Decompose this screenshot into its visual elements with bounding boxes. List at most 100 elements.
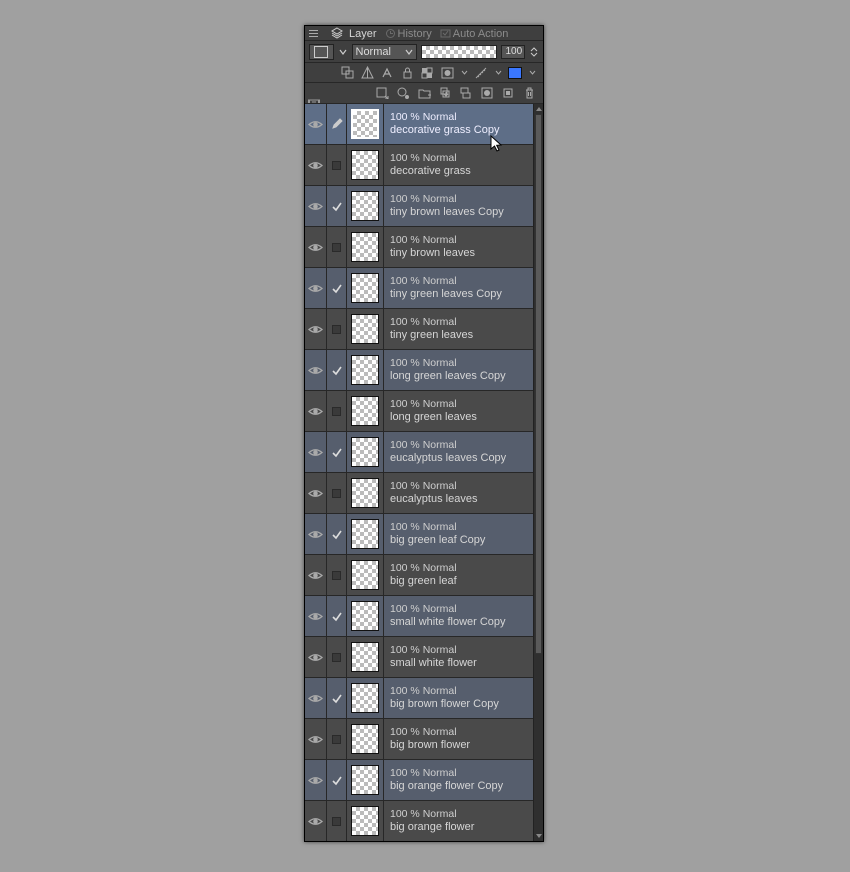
trash-icon[interactable]: [521, 85, 537, 101]
layer-row[interactable]: 100 % Normallong green leaves: [305, 391, 543, 432]
visibility-toggle[interactable]: [305, 145, 327, 185]
layer-row[interactable]: 100 % Normaltiny brown leaves Copy: [305, 186, 543, 227]
layer-check[interactable]: [327, 432, 347, 472]
visibility-toggle[interactable]: [305, 678, 327, 718]
layer-thumbnail[interactable]: [347, 719, 384, 759]
visibility-toggle[interactable]: [305, 514, 327, 554]
layer-row[interactable]: 100 % Normalbig brown flower: [305, 719, 543, 760]
layer-check[interactable]: [327, 719, 347, 759]
new-folder-icon[interactable]: [416, 85, 432, 101]
layer-color-dropdown-icon[interactable]: [527, 65, 537, 81]
layer-info[interactable]: 100 % Normaltiny green leaves: [384, 309, 543, 349]
lock-transparent-icon[interactable]: [419, 65, 435, 81]
visibility-toggle[interactable]: [305, 801, 327, 841]
ruler-dropdown-icon[interactable]: [493, 65, 503, 81]
layer-thumbnail[interactable]: [347, 104, 384, 144]
create-mask-icon[interactable]: [479, 85, 495, 101]
layer-row[interactable]: 100 % Normalbig orange flower Copy: [305, 760, 543, 801]
palette-shape-button[interactable]: [309, 44, 334, 60]
layer-row[interactable]: 100 % Normalbig brown flower Copy: [305, 678, 543, 719]
layer-info[interactable]: 100 % Normaleucalyptus leaves Copy: [384, 432, 543, 472]
visibility-toggle[interactable]: [305, 391, 327, 431]
layer-info[interactable]: 100 % Normalbig green leaf: [384, 555, 543, 595]
layer-row[interactable]: 100 % Normaldecorative grass Copy: [305, 104, 543, 145]
layer-info[interactable]: 100 % Normaltiny brown leaves Copy: [384, 186, 543, 226]
opacity-stepper-icon[interactable]: [529, 44, 539, 60]
layer-check[interactable]: [327, 514, 347, 554]
visibility-toggle[interactable]: [305, 719, 327, 759]
layer-info[interactable]: 100 % Normalsmall white flower: [384, 637, 543, 677]
reference-icon[interactable]: [359, 65, 375, 81]
transfer-down-icon[interactable]: [437, 85, 453, 101]
layer-check[interactable]: [327, 186, 347, 226]
layer-info[interactable]: 100 % Normalsmall white flower Copy: [384, 596, 543, 636]
layer-thumbnail[interactable]: [347, 473, 384, 513]
layer-row[interactable]: 100 % Normaltiny green leaves Copy: [305, 268, 543, 309]
layer-check[interactable]: [327, 104, 347, 144]
scrollbar-thumb[interactable]: [535, 114, 542, 654]
layer-thumbnail[interactable]: [347, 760, 384, 800]
layer-thumbnail[interactable]: [347, 637, 384, 677]
palette-shape-dropdown-icon[interactable]: [338, 44, 348, 60]
layer-row[interactable]: 100 % Normaleucalyptus leaves Copy: [305, 432, 543, 473]
tab-history[interactable]: History: [383, 27, 438, 40]
layer-info[interactable]: 100 % Normalbig green leaf Copy: [384, 514, 543, 554]
visibility-toggle[interactable]: [305, 637, 327, 677]
layer-check[interactable]: [327, 391, 347, 431]
visibility-toggle[interactable]: [305, 432, 327, 472]
layer-row[interactable]: 100 % Normaleucalyptus leaves: [305, 473, 543, 514]
layer-thumbnail[interactable]: [347, 227, 384, 267]
layer-check[interactable]: [327, 309, 347, 349]
layer-thumbnail[interactable]: [347, 186, 384, 226]
layer-info[interactable]: 100 % Normalbig brown flower Copy: [384, 678, 543, 718]
layer-info[interactable]: 100 % Normallong green leaves Copy: [384, 350, 543, 390]
clip-icon[interactable]: [339, 65, 355, 81]
visibility-toggle[interactable]: [305, 350, 327, 390]
visibility-toggle[interactable]: [305, 186, 327, 226]
layer-row[interactable]: 100 % Normaltiny brown leaves: [305, 227, 543, 268]
layer-check[interactable]: [327, 678, 347, 718]
blend-mode-select[interactable]: Normal: [352, 44, 417, 60]
merge-down-icon[interactable]: [458, 85, 474, 101]
layer-row[interactable]: 100 % Normalbig green leaf: [305, 555, 543, 596]
layer-check[interactable]: [327, 637, 347, 677]
layer-info[interactable]: 100 % Normaleucalyptus leaves: [384, 473, 543, 513]
layer-row[interactable]: 100 % Normaltiny green leaves: [305, 309, 543, 350]
layer-thumbnail[interactable]: [347, 391, 384, 431]
layer-thumbnail[interactable]: [347, 514, 384, 554]
layer-info[interactable]: 100 % Normaltiny green leaves Copy: [384, 268, 543, 308]
visibility-toggle[interactable]: [305, 309, 327, 349]
layer-check[interactable]: [327, 227, 347, 267]
layer-row[interactable]: 100 % Normalsmall white flower Copy: [305, 596, 543, 637]
visibility-toggle[interactable]: [305, 104, 327, 144]
opacity-value[interactable]: 100: [501, 45, 525, 59]
layer-color-swatch[interactable]: [507, 65, 523, 81]
visibility-toggle[interactable]: [305, 227, 327, 267]
apply-mask-icon[interactable]: [500, 85, 516, 101]
mask-dropdown-icon[interactable]: [459, 65, 469, 81]
layer-info[interactable]: 100 % Normaldecorative grass Copy: [384, 104, 543, 144]
layer-check[interactable]: [327, 145, 347, 185]
new-vector-layer-icon[interactable]: [395, 85, 411, 101]
layer-thumbnail[interactable]: [347, 596, 384, 636]
layer-check[interactable]: [327, 596, 347, 636]
layer-row[interactable]: 100 % Normallong green leaves Copy: [305, 350, 543, 391]
visibility-toggle[interactable]: [305, 596, 327, 636]
layer-thumbnail[interactable]: [347, 432, 384, 472]
layer-row[interactable]: 100 % Normalsmall white flower: [305, 637, 543, 678]
layer-check[interactable]: [327, 760, 347, 800]
layer-thumbnail[interactable]: [347, 555, 384, 595]
layer-thumbnail[interactable]: [347, 309, 384, 349]
layers-scrollbar[interactable]: [533, 104, 543, 841]
layer-thumbnail[interactable]: [347, 145, 384, 185]
tab-layer[interactable]: Layer: [347, 27, 383, 40]
layer-info[interactable]: 100 % Normallong green leaves: [384, 391, 543, 431]
layer-row[interactable]: 100 % Normalbig orange flower: [305, 801, 543, 841]
layer-check[interactable]: [327, 473, 347, 513]
panel-menu-icon[interactable]: [309, 26, 323, 40]
layer-thumbnail[interactable]: [347, 350, 384, 390]
layer-info[interactable]: 100 % Normalbig brown flower: [384, 719, 543, 759]
visibility-toggle[interactable]: [305, 555, 327, 595]
mask-icon[interactable]: [439, 65, 455, 81]
draft-icon[interactable]: [379, 65, 395, 81]
